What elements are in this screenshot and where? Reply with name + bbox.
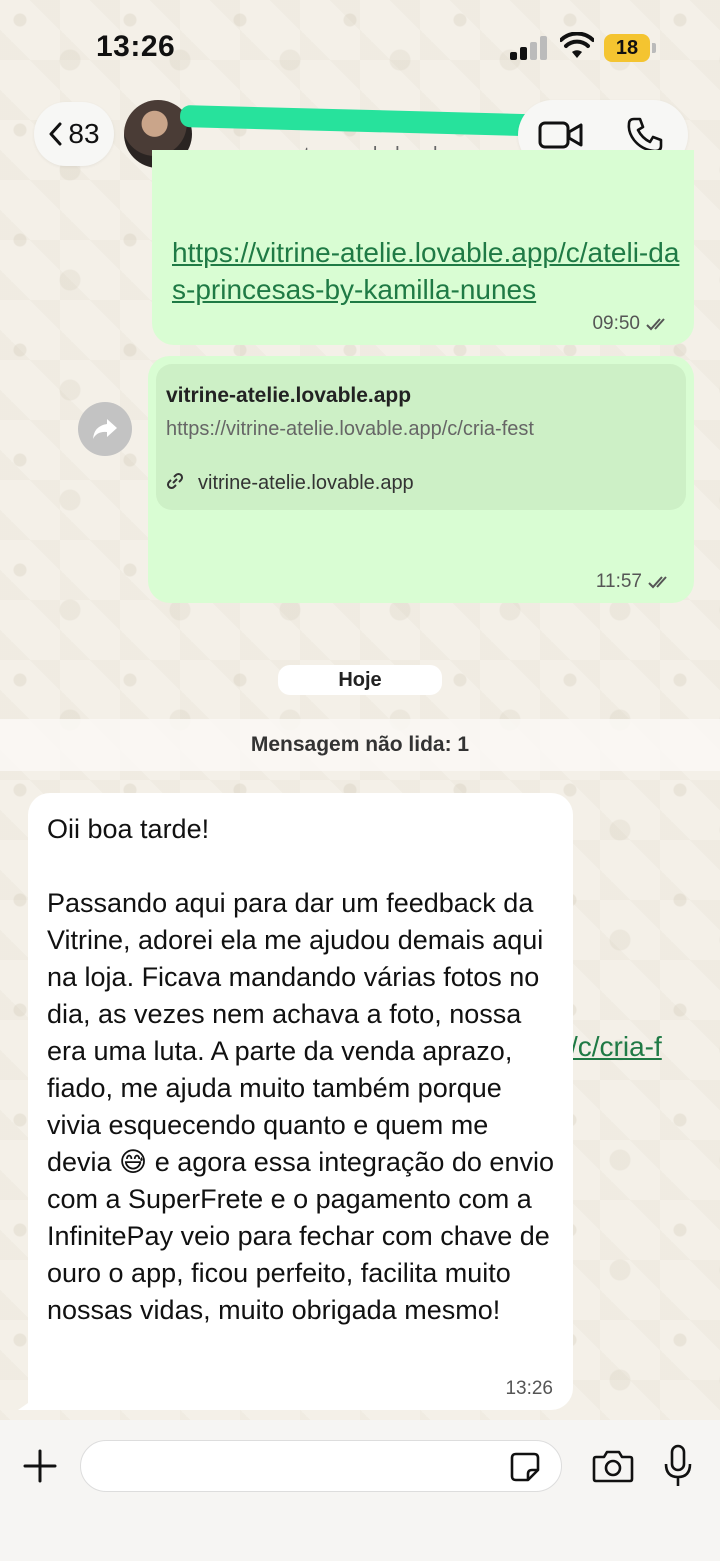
message-input-bar	[0, 1420, 720, 1561]
double-check-icon	[646, 318, 665, 331]
outgoing-message[interactable]: https://vitrine-atelie.lovable.app/c/ate…	[152, 150, 694, 345]
wifi-icon	[560, 32, 594, 58]
status-bar: 13:26 18	[0, 0, 720, 96]
mic-icon[interactable]	[664, 1444, 692, 1488]
back-chevron-icon	[49, 122, 62, 146]
battery-icon: 18	[604, 34, 656, 62]
link-icon	[166, 472, 184, 490]
message-meta: 11:57	[596, 571, 674, 593]
message-time: 11:57	[595, 571, 642, 592]
message-text: Oii boa tarde! Passando aqui para dar um…	[47, 814, 554, 1325]
battery-level: 18	[604, 34, 650, 62]
double-check-icon	[648, 576, 667, 589]
incoming-message[interactable]: Oii boa tarde! Passando aqui para dar um…	[28, 793, 573, 1410]
message-time: 09:50	[592, 313, 640, 334]
link-preview-domain: vitrine-atelie.lovable.app	[198, 472, 414, 494]
sticker-icon[interactable]	[510, 1452, 540, 1482]
camera-icon[interactable]	[592, 1448, 634, 1484]
unread-chats-count: 83	[68, 118, 100, 149]
signal-icon	[510, 36, 548, 60]
message-link[interactable]: https://vitrine-atelie.lovable.app/c/ate…	[172, 234, 682, 308]
date-separator: Hoje	[278, 665, 442, 695]
message-meta: 09:50	[592, 313, 672, 335]
status-time: 13:26	[96, 30, 176, 63]
link-preview-title: vitrine-atelie.lovable.app	[166, 384, 412, 407]
phone-icon[interactable]	[626, 116, 664, 154]
message-time: 13:26	[505, 1378, 553, 1399]
unread-messages-banner: Mensagem não lida: 1	[0, 719, 720, 771]
video-call-icon[interactable]	[538, 120, 584, 150]
message-input[interactable]	[80, 1440, 562, 1492]
message-meta: 13:26	[505, 1378, 553, 1400]
plus-icon[interactable]	[22, 1448, 58, 1484]
outgoing-message[interactable]: vitrine-atelie.lovable.app https://vitri…	[148, 356, 694, 1099]
forward-icon	[93, 419, 117, 439]
link-preview-card[interactable]: vitrine-atelie.lovable.app https://vitri…	[156, 364, 686, 510]
link-preview-url: https://vitrine-atelie.lovable.app/c/cri…	[166, 418, 534, 440]
back-button[interactable]: 83	[34, 102, 114, 166]
forward-button[interactable]	[78, 402, 132, 456]
